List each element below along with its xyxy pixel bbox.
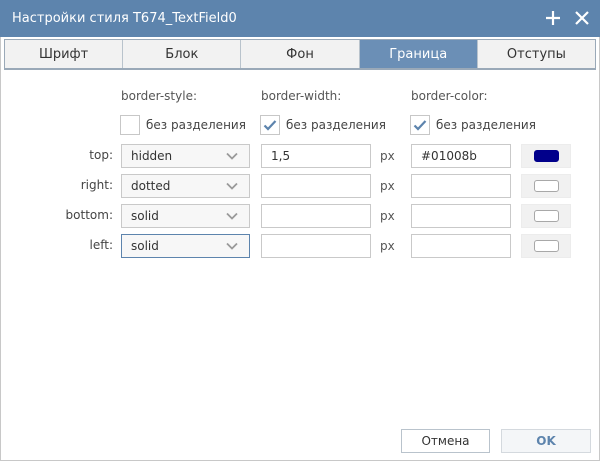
border-style-left-select[interactable]: solid [121, 234, 250, 258]
row-label-top: top: [89, 148, 113, 162]
border-width-top-unit: px [380, 149, 395, 163]
checkmark-icon [263, 120, 277, 131]
tab-divider [4, 69, 596, 70]
row-label-bottom: bottom: [65, 208, 113, 222]
width-same-checkbox[interactable] [260, 115, 280, 135]
border-width-left-unit: px [380, 239, 395, 253]
border-width-right-input[interactable] [261, 174, 371, 198]
color-swatch-right [533, 180, 559, 192]
checkmark-icon [413, 120, 427, 131]
chevron-down-icon [226, 152, 238, 160]
border-style-right-select[interactable]: dotted [121, 174, 250, 198]
border-color-left-input[interactable] [411, 234, 511, 258]
color-same-checkbox[interactable] [410, 115, 430, 135]
tab-block[interactable]: Блок [123, 40, 242, 68]
cancel-button[interactable]: Отмена [401, 429, 490, 453]
tab-border[interactable]: Граница [359, 40, 478, 68]
tab-bar: Шрифт Блок Фон Граница Отступы [4, 39, 596, 69]
close-icon[interactable] [570, 6, 594, 30]
width-same-for-all: без разделения [260, 114, 386, 136]
border-style-bottom-value: solid [131, 209, 159, 223]
border-style-top-value: hidden [131, 149, 173, 163]
tab-font[interactable]: Шрифт [5, 40, 124, 68]
color-swatch-bottom [533, 210, 559, 222]
color-picker-bottom-button[interactable] [521, 204, 571, 228]
color-same-for-all: без разделения [410, 114, 536, 136]
border-style-bottom-select[interactable]: solid [121, 204, 250, 228]
chevron-down-icon [226, 212, 238, 220]
border-width-right-unit: px [380, 179, 395, 193]
style-same-for-all: без разделения [120, 114, 246, 136]
color-picker-right-button[interactable] [521, 174, 571, 198]
width-same-label: без разделения [286, 118, 386, 132]
border-width-bottom-input[interactable] [261, 204, 371, 228]
tab-padding[interactable]: Отступы [477, 40, 596, 68]
border-color-bottom-input[interactable] [411, 204, 511, 228]
color-swatch-top [533, 150, 559, 162]
border-width-left-input[interactable] [261, 234, 371, 258]
border-style-header: border-style: [121, 89, 197, 103]
plus-icon[interactable] [541, 6, 565, 30]
style-same-label: без разделения [146, 118, 246, 132]
border-color-right-input[interactable] [411, 174, 511, 198]
ok-button[interactable]: OK [501, 429, 591, 453]
row-label-right: right: [80, 178, 113, 192]
dialog-titlebar: Настройки стиля T674_TextField0 [0, 0, 600, 37]
border-width-bottom-unit: px [380, 209, 395, 223]
dialog-title: Настройки стиля T674_TextField0 [12, 11, 237, 26]
chevron-down-icon [226, 182, 238, 190]
color-picker-left-button[interactable] [521, 234, 571, 258]
color-same-label: без разделения [436, 118, 536, 132]
border-style-right-value: dotted [131, 179, 171, 193]
tab-background[interactable]: Фон [241, 40, 360, 68]
row-label-left: left: [89, 238, 113, 252]
border-style-left-value: solid [131, 239, 159, 253]
border-width-top-input[interactable]: 1,5 [261, 144, 371, 168]
border-width-header: border-width: [261, 89, 342, 103]
border-color-header: border-color: [411, 89, 488, 103]
chevron-down-icon [226, 242, 238, 250]
style-same-checkbox[interactable] [120, 115, 140, 135]
border-style-top-select[interactable]: hidden [121, 144, 250, 168]
border-color-top-input[interactable]: #01008b [411, 144, 511, 168]
color-swatch-left [533, 240, 559, 252]
color-picker-top-button[interactable] [521, 144, 571, 168]
